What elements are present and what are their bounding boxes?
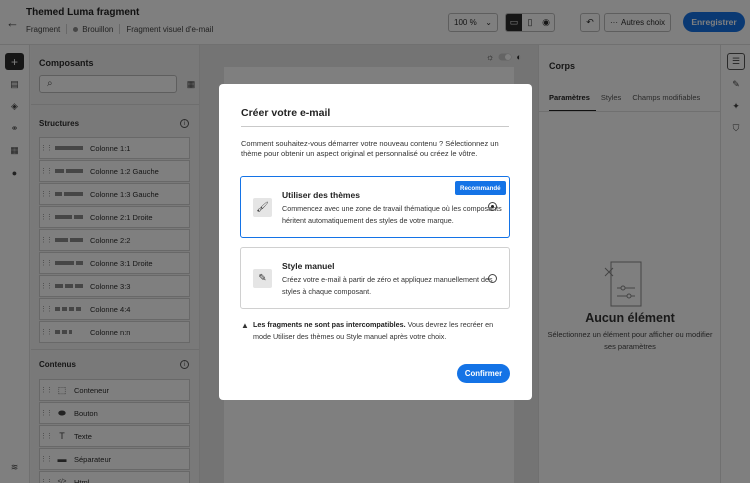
dialog-title: Créer votre e-mail [241,107,331,119]
option-description: Créez votre e-mail à partir de zéro et a… [282,275,493,296]
radio-unselected[interactable] [488,274,497,283]
edit-icon: ✎ [253,269,272,288]
paint-brush-icon: 🖌 [253,198,272,217]
option-use-themes[interactable]: 🖌 Utiliser des thèmes Commencez avec une… [240,176,510,238]
radio-selected[interactable] [488,202,497,211]
alert-icon: ▲ [241,321,249,330]
recommended-badge: Recommandé [455,181,506,195]
option-manual-style[interactable]: ✎ Style manuel Créez votre e-mail à part… [240,247,510,309]
create-email-dialog: Créer votre e-mail Comment souhaitez-vou… [219,84,532,400]
warning-message: ▲ Les fragments ne sont pas intercompati… [241,319,513,342]
divider [241,126,509,127]
option-title: Style manuel [282,261,335,271]
option-description: Commencez avec une zone de travail théma… [282,204,502,225]
dialog-intro: Comment souhaitez-vous démarrer votre no… [241,139,499,158]
warning-bold: Les fragments ne sont pas intercompatibl… [253,320,406,329]
confirm-button[interactable]: Confirmer [457,364,510,383]
option-title: Utiliser des thèmes [282,190,360,200]
